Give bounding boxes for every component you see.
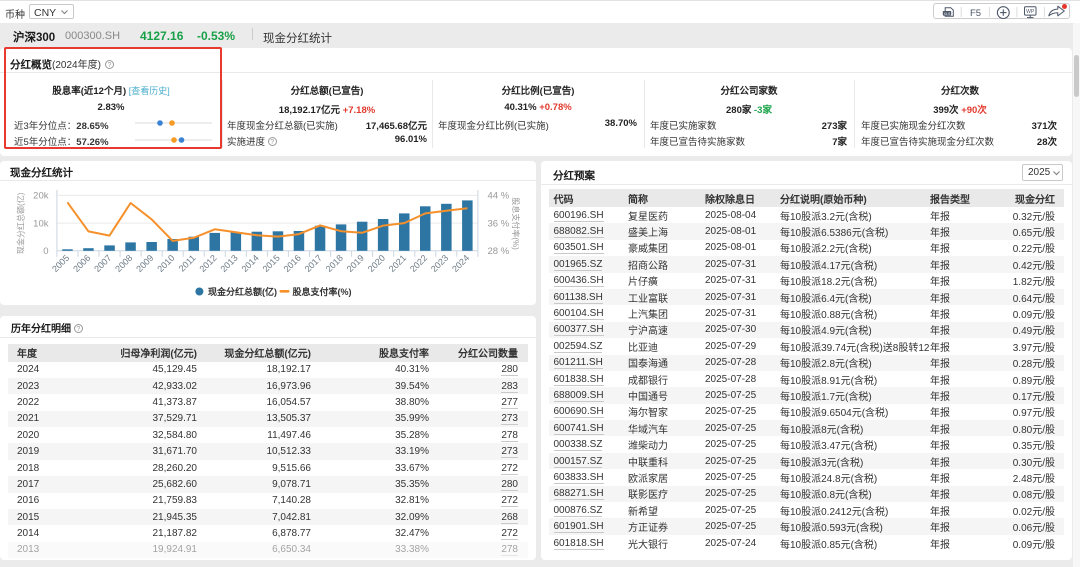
svg-text:XLS: XLS xyxy=(944,12,951,16)
svg-text:WP: WP xyxy=(1026,9,1035,15)
svg-text:F5: F5 xyxy=(970,8,981,19)
